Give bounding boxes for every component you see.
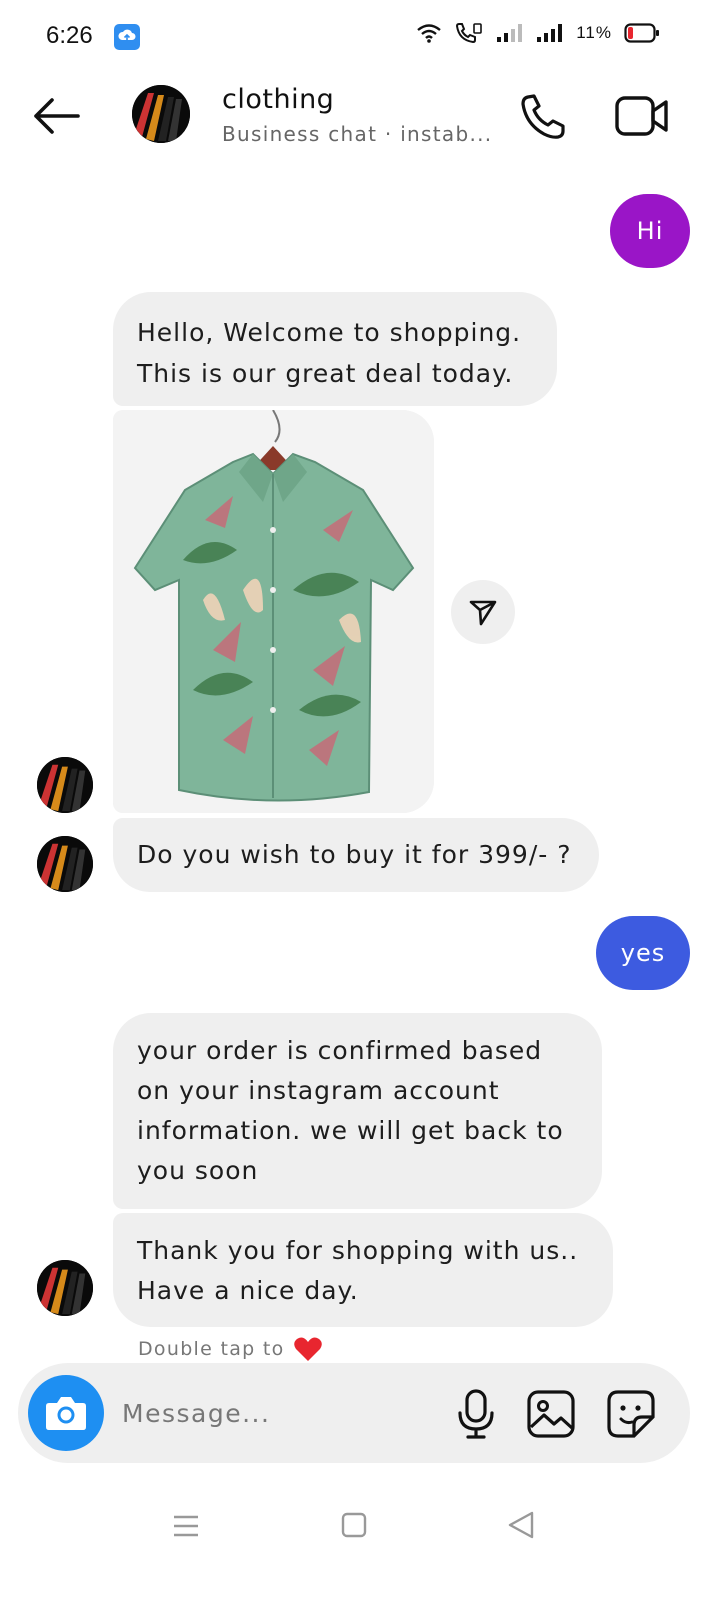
menu-icon <box>174 1515 198 1537</box>
chat-header: clothing Business chat · instab... <box>0 72 720 168</box>
profile-avatar[interactable] <box>132 85 190 143</box>
chat-title[interactable]: clothing <box>222 84 334 115</box>
video-call-button[interactable] <box>614 90 670 142</box>
share-button[interactable] <box>451 580 515 644</box>
send-icon <box>469 600 497 626</box>
recent-apps-button[interactable] <box>172 1512 200 1540</box>
wifi-icon <box>417 24 441 43</box>
battery-percent: 11% <box>576 23 612 42</box>
square-icon <box>341 1512 367 1538</box>
message-incoming[interactable]: Thank you for shopping with us.. Have a … <box>113 1213 613 1327</box>
back-button[interactable] <box>30 94 82 138</box>
video-camera-icon <box>615 96 668 136</box>
gallery-button[interactable] <box>526 1389 576 1439</box>
sender-avatar[interactable] <box>37 757 93 813</box>
signal-icon <box>537 24 563 42</box>
signal-icon <box>497 24 523 42</box>
sticker-icon <box>607 1390 655 1438</box>
double-tap-text: Double tap to <box>138 1338 285 1360</box>
sender-avatar[interactable] <box>37 836 93 892</box>
message-incoming[interactable]: Do you wish to buy it for 399/- ? <box>113 818 599 892</box>
message-outgoing[interactable]: yes <box>596 916 690 990</box>
shirt-image <box>113 410 434 813</box>
message-outgoing[interactable]: Hi <box>610 194 690 268</box>
message-incoming[interactable]: Hello, Welcome to shopping. This is our … <box>113 292 557 406</box>
sender-avatar[interactable] <box>37 1260 93 1316</box>
message-image[interactable] <box>113 410 434 813</box>
system-nav-bar <box>0 1480 720 1600</box>
camera-button[interactable] <box>28 1375 104 1451</box>
chat-subtitle[interactable]: Business chat · instab... <box>222 122 492 146</box>
heart-icon <box>293 1337 322 1361</box>
phone-icon <box>521 94 565 139</box>
home-button[interactable] <box>340 1511 368 1539</box>
cloud-upload-icon <box>114 24 140 50</box>
microphone-icon <box>458 1389 494 1439</box>
voice-message-button[interactable] <box>452 1387 500 1439</box>
voice-call-button[interactable] <box>518 92 568 142</box>
message-incoming[interactable]: your order is confirmed based on your in… <box>113 1013 602 1209</box>
triangle-back-icon <box>508 1511 534 1539</box>
message-composer <box>18 1363 690 1463</box>
double-tap-hint: Double tap to <box>138 1335 323 1363</box>
status-icons: 11% <box>416 22 660 44</box>
arrow-left-icon <box>34 98 80 134</box>
system-back-button[interactable] <box>506 1510 536 1540</box>
call-signal-icon <box>456 23 483 44</box>
message-input[interactable] <box>122 1389 422 1437</box>
image-icon <box>527 1390 575 1438</box>
status-time: 6:26 <box>46 22 93 49</box>
battery-low-icon <box>624 23 659 43</box>
camera-icon <box>46 1397 86 1430</box>
sticker-button[interactable] <box>606 1389 656 1439</box>
status-bar: 6:26 11% <box>0 0 720 72</box>
